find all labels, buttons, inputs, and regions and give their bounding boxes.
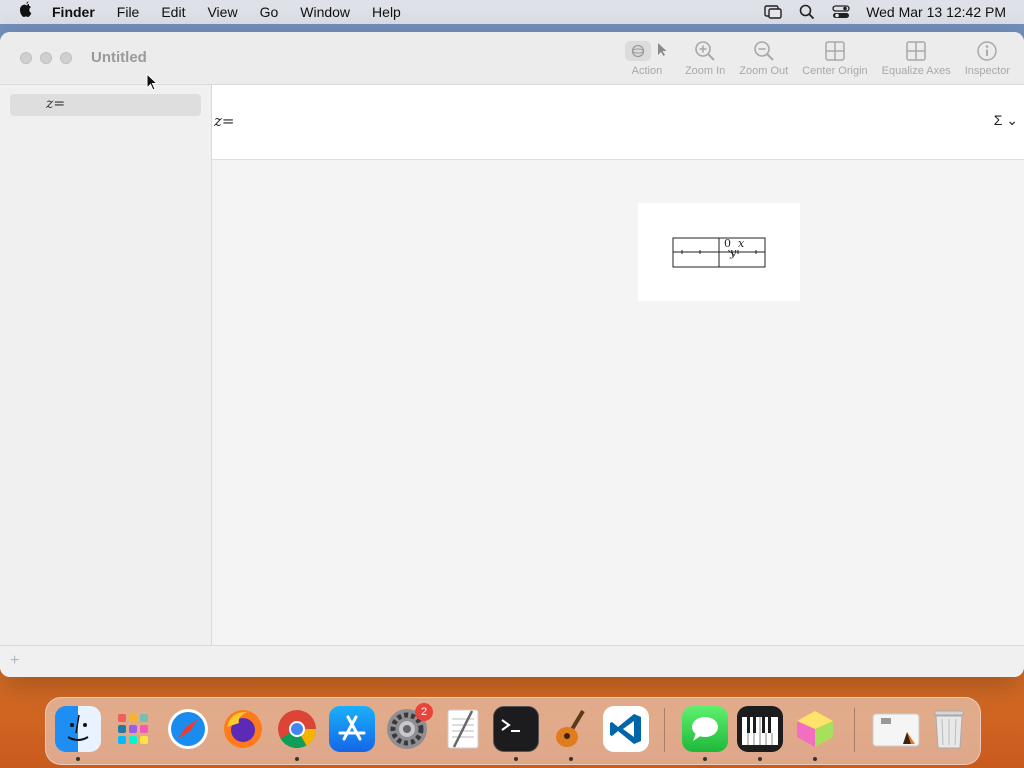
plot-area[interactable]: 0 x y — [638, 203, 800, 301]
window-controls — [20, 52, 72, 64]
dock-messages-icon[interactable] — [682, 706, 728, 752]
y-axis-label: y — [729, 246, 737, 259]
terminal-running-dot — [514, 757, 518, 761]
zoom-button[interactable] — [60, 52, 72, 64]
menu-clock[interactable]: Wed Mar 13 12:42 PM — [866, 4, 1006, 20]
zoom-in-label: Zoom In — [684, 65, 726, 77]
dock-piano-icon[interactable] — [737, 706, 783, 752]
mouse-cursor-icon — [146, 73, 159, 91]
zoom-out-button[interactable]: Zoom Out — [739, 40, 788, 84]
piano-running-dot — [758, 757, 762, 761]
apple-menu-icon[interactable] — [18, 1, 38, 24]
dock-chrome-icon[interactable] — [274, 706, 320, 752]
chrome-running-dot — [295, 757, 299, 761]
dock-separator-2 — [854, 708, 855, 752]
spotlight-search-icon[interactable] — [798, 4, 816, 20]
menu-bar: Finder File Edit View Go Window Help Wed… — [0, 0, 1024, 24]
menu-go[interactable]: Go — [260, 4, 279, 20]
close-button[interactable] — [20, 52, 32, 64]
axes-3d-graphic: 0 x y — [672, 237, 766, 268]
equalize-axes-label: Equalize Axes — [881, 65, 951, 77]
menu-view[interactable]: View — [207, 4, 237, 20]
dock-vscode-icon[interactable] — [603, 706, 649, 752]
dock-terminal-icon[interactable] — [493, 706, 539, 752]
messages-running-dot — [703, 757, 707, 761]
dock-separator — [664, 708, 665, 752]
minimize-button[interactable] — [40, 52, 52, 64]
grapher-window: Untitled Action Zoom In Zoom Out Center … — [0, 32, 1024, 677]
settings-notification-badge: 2 — [415, 703, 433, 721]
equation-editor[interactable]: z= Σ ⌄ — [212, 85, 1024, 160]
zoom-out-label: Zoom Out — [739, 65, 789, 77]
pointer-tool-icon[interactable] — [655, 41, 669, 62]
center-origin-label: Center Origin — [802, 65, 868, 77]
graph-canvas[interactable]: 0 x y — [212, 160, 1024, 645]
dock-garageband-icon[interactable] — [548, 706, 594, 752]
zoom-in-button[interactable]: Zoom In — [685, 40, 725, 84]
dock-textedit-icon[interactable] — [439, 706, 485, 752]
garageband-running-dot — [569, 757, 573, 761]
grapher-running-dot — [813, 757, 817, 761]
sidebar-equation-item[interactable]: z= — [10, 94, 201, 116]
dock-finder-icon[interactable] — [55, 706, 101, 752]
dock: 2 — [45, 697, 981, 765]
center-origin-button[interactable]: Center Origin — [802, 40, 868, 84]
menu-edit[interactable]: Edit — [161, 4, 185, 20]
inspector-button[interactable]: Inspector — [965, 40, 1010, 84]
dock-trash-icon[interactable] — [926, 706, 972, 752]
dock-safari-icon[interactable] — [165, 706, 211, 752]
center-origin-icon — [825, 41, 845, 61]
menu-help[interactable]: Help — [372, 4, 401, 20]
dock-app-store-icon[interactable] — [329, 706, 375, 752]
bottom-bar: + — [0, 645, 1024, 677]
zoom-out-icon — [753, 41, 774, 61]
toolbar: Action Zoom In Zoom Out Center Origin Eq… — [624, 40, 1024, 84]
control-center-icon[interactable] — [832, 5, 850, 19]
dock-downloads-stack-icon[interactable] — [870, 706, 922, 752]
sigma-menu-button[interactable]: Σ ⌄ — [994, 112, 1018, 129]
menu-window[interactable]: Window — [300, 4, 350, 20]
menu-app-name[interactable]: Finder — [52, 4, 95, 20]
screen-mirroring-icon[interactable] — [764, 5, 782, 19]
equalize-axes-button[interactable]: Equalize Axes — [882, 40, 951, 84]
dock-launchpad-icon[interactable] — [110, 706, 156, 752]
equation-label: z= — [214, 112, 235, 130]
equation-sidebar: z= — [0, 85, 212, 645]
window-title: Untitled — [91, 49, 147, 66]
equalize-axes-icon — [906, 41, 926, 61]
action-label: Action — [631, 65, 663, 77]
zoom-in-icon — [695, 41, 715, 61]
x-axis-label: x — [738, 237, 745, 250]
add-equation-button[interactable]: + — [10, 652, 19, 670]
finder-running-dot — [76, 757, 80, 761]
dock-firefox-icon[interactable] — [220, 706, 266, 752]
rotate-tool-icon[interactable] — [624, 41, 651, 61]
info-icon — [977, 41, 998, 61]
inspector-label: Inspector — [964, 65, 1010, 77]
menu-file[interactable]: File — [117, 4, 140, 20]
action-button[interactable]: Action — [624, 40, 669, 84]
dock-grapher-icon[interactable] — [792, 706, 838, 752]
